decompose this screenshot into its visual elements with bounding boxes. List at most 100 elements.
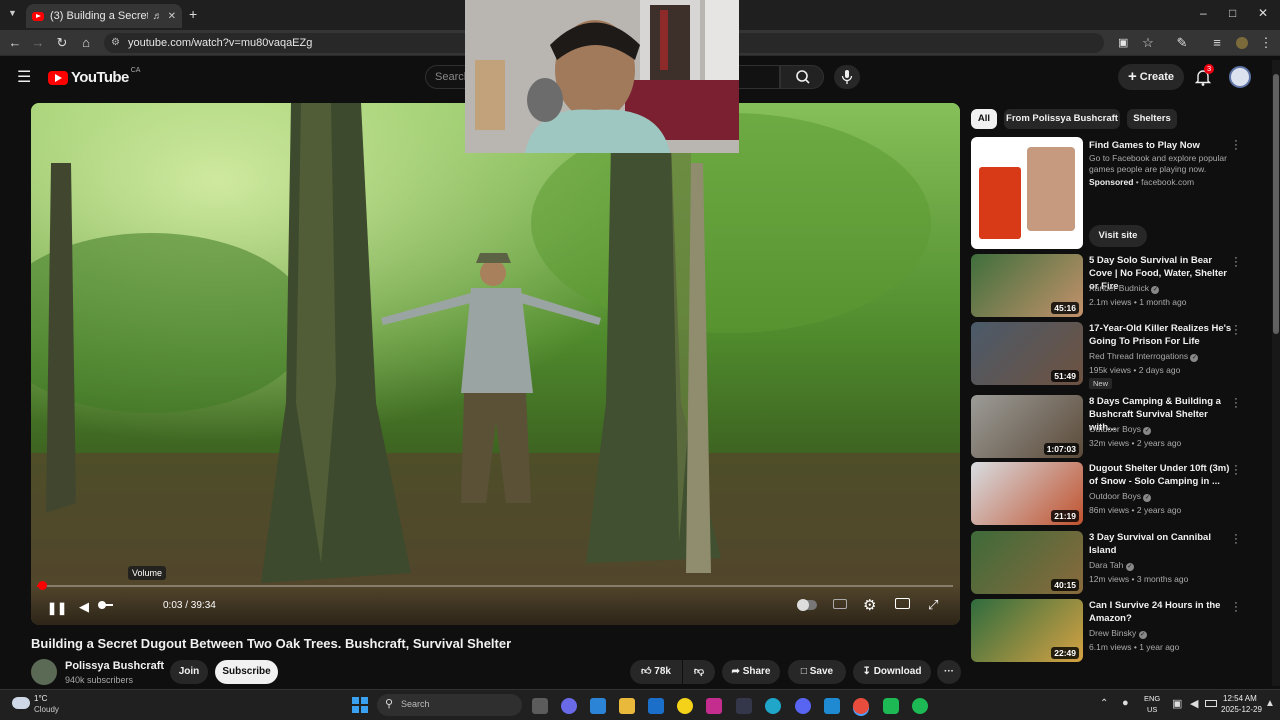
dislike-button[interactable]: 👎︎ [683, 660, 715, 684]
video-title-link[interactable]: Can I Survive 24 Hours in the Amazon? [1089, 599, 1234, 625]
sponsored-ad[interactable]: Find Games to Play Now Go to Facebook an… [971, 136, 1271, 249]
onenote-icon[interactable] [706, 698, 722, 714]
youtube-logo[interactable]: YouTube CA [48, 67, 140, 86]
video-thumbnail[interactable]: 1:07:03 [971, 395, 1083, 458]
video-more-icon[interactable]: · · · [1233, 461, 1239, 480]
back-icon[interactable]: ← [6, 34, 24, 52]
recommended-video[interactable]: 1:07:03 8 Days Camping & Building a Bush… [971, 394, 1271, 459]
recommended-video[interactable]: 21:19 Dugout Shelter Under 10ft (3m) of … [971, 461, 1271, 526]
forward-icon[interactable]: → [29, 34, 47, 52]
tab-search-icon[interactable]: ▼ [8, 8, 17, 18]
video-more-icon[interactable]: · · · [1233, 530, 1239, 549]
visit-site-button[interactable]: Visit site [1089, 225, 1147, 247]
ad-more-icon[interactable]: · · · [1233, 136, 1239, 155]
save-button[interactable]: □ Save [788, 660, 846, 684]
minimize-icon[interactable]: – [1200, 6, 1207, 20]
recommended-video[interactable]: 22:49 Can I Survive 24 Hours in the Amaz… [971, 598, 1271, 663]
notification-bell-icon[interactable]: ▲ [1265, 698, 1275, 709]
progress-bar[interactable] [37, 581, 953, 590]
volume-slider[interactable] [98, 601, 113, 609]
share-button[interactable]: ➦ Share [722, 660, 780, 684]
more-actions-button[interactable]: ··· [937, 660, 961, 684]
video-title-link[interactable]: 17-Year-Old Killer Realizes He's Going T… [1089, 322, 1234, 348]
video-more-icon[interactable]: · · · [1233, 394, 1239, 413]
video-thumbnail[interactable]: 21:19 [971, 462, 1083, 525]
scrollbar-thumb[interactable] [1273, 74, 1279, 334]
close-window-icon[interactable]: ✕ [1258, 6, 1268, 20]
windows-start-icon[interactable] [352, 697, 368, 713]
pause-icon[interactable]: ❚❚ [47, 601, 67, 615]
autoplay-toggle[interactable] [797, 599, 817, 611]
task-view-icon[interactable] [532, 698, 548, 714]
steam-icon[interactable] [736, 698, 752, 714]
taskbar-search[interactable]: ⚲ Search [377, 694, 522, 716]
voice-search-button[interactable] [834, 65, 860, 89]
chrome-icon[interactable] [853, 698, 869, 714]
ad-thumbnail[interactable] [971, 137, 1083, 249]
lang-region[interactable]: US [1147, 705, 1157, 714]
video-channel[interactable]: Outdoor Boys ✓ [1089, 491, 1152, 502]
reload-icon[interactable]: ↻ [53, 34, 71, 52]
cast-icon[interactable]: ▣ [1118, 33, 1128, 53]
video-channel[interactable]: Drew Binsky ✓ [1089, 628, 1147, 639]
extensions-icon[interactable]: ✎ [1173, 34, 1191, 52]
video-title-link[interactable]: 3 Day Survival on Cannibal Island [1089, 531, 1234, 557]
channel-avatar[interactable] [31, 659, 57, 685]
maximize-icon[interactable]: □ [1229, 6, 1236, 20]
account-avatar[interactable] [1229, 66, 1251, 88]
video-thumbnail[interactable]: 40:15 [971, 531, 1083, 594]
video-more-icon[interactable]: · · · [1233, 598, 1239, 617]
tray-mic-icon[interactable]: ● [1122, 697, 1129, 709]
fullscreen-icon[interactable]: ⤢ [928, 597, 938, 613]
video-title-link[interactable]: Dugout Shelter Under 10ft (3m) of Snow -… [1089, 462, 1234, 488]
clock-time[interactable]: 12:54 AM [1223, 694, 1257, 703]
tab-audio-icon[interactable]: ♬ [153, 11, 163, 22]
discord-icon[interactable] [795, 698, 811, 714]
channel-name[interactable]: Polissya Bushcraft [65, 660, 164, 672]
notifications-button[interactable]: 3 [1193, 64, 1215, 87]
hamburger-menu-icon[interactable]: ☰ [17, 67, 31, 87]
chip-shelters[interactable]: Shelters [1127, 109, 1177, 129]
lang-code[interactable]: ENG [1144, 694, 1160, 703]
recommended-video[interactable]: 40:15 3 Day Survival on Cannibal Island … [971, 530, 1271, 595]
weather-cloud-icon[interactable] [12, 697, 30, 709]
bookmark-star-icon[interactable]: ☆ [1139, 34, 1157, 52]
captions-icon[interactable] [833, 599, 847, 609]
obs-icon[interactable] [883, 698, 899, 714]
like-button[interactable]: 👍︎ 78k [630, 660, 682, 684]
site-info-icon[interactable]: ⚙ [111, 33, 120, 53]
download-button[interactable]: ↧ Download [853, 660, 931, 684]
weather-desc[interactable]: Cloudy [34, 705, 59, 714]
outlook-icon[interactable] [648, 698, 664, 714]
home-icon[interactable]: ⌂ [77, 34, 95, 52]
video-more-icon[interactable]: · · · [1233, 321, 1239, 340]
app-icon[interactable] [824, 698, 840, 714]
browser-tab-active[interactable]: (3) Building a Secret Dugou ♬ ✕ [26, 4, 182, 28]
chip-all[interactable]: All [971, 109, 997, 129]
volume-icon[interactable]: ◀ [79, 599, 89, 615]
video-thumbnail[interactable]: 45:16 [971, 254, 1083, 317]
battery-icon[interactable] [1205, 700, 1217, 707]
copilot-icon[interactable] [561, 698, 577, 714]
video-channel[interactable]: Dara Tah ✓ [1089, 560, 1134, 571]
tab-close-icon[interactable]: ✕ [168, 11, 176, 22]
reading-list-icon[interactable]: ≡ [1208, 34, 1226, 52]
network-icon[interactable]: ▣ [1172, 697, 1182, 710]
new-tab-icon[interactable]: + [189, 6, 197, 22]
progress-scrubber[interactable] [38, 581, 47, 590]
video-channel[interactable]: Outdoor Boys ✓ [1089, 424, 1152, 435]
norton-icon[interactable] [677, 698, 693, 714]
video-thumbnail[interactable]: 22:49 [971, 599, 1083, 662]
chip-from-channel[interactable]: From Polissya Bushcraft [1004, 109, 1120, 129]
profile-icon[interactable] [1233, 34, 1251, 52]
join-button[interactable]: Join [170, 660, 208, 684]
browser-menu-icon[interactable]: ⋮ [1257, 34, 1275, 52]
edge-icon[interactable] [765, 698, 781, 714]
volume-knob[interactable] [98, 601, 106, 609]
weather-temp[interactable]: 1°C [34, 694, 47, 703]
file-explorer-icon[interactable] [619, 698, 635, 714]
video-channel[interactable]: Red Thread Interrogations ✓ [1089, 351, 1199, 362]
recommended-video[interactable]: 45:16 5 Day Solo Survival in Bear Cove |… [971, 253, 1271, 318]
speaker-icon[interactable]: ◀ [1190, 697, 1198, 710]
miniplayer-icon[interactable] [895, 598, 910, 609]
